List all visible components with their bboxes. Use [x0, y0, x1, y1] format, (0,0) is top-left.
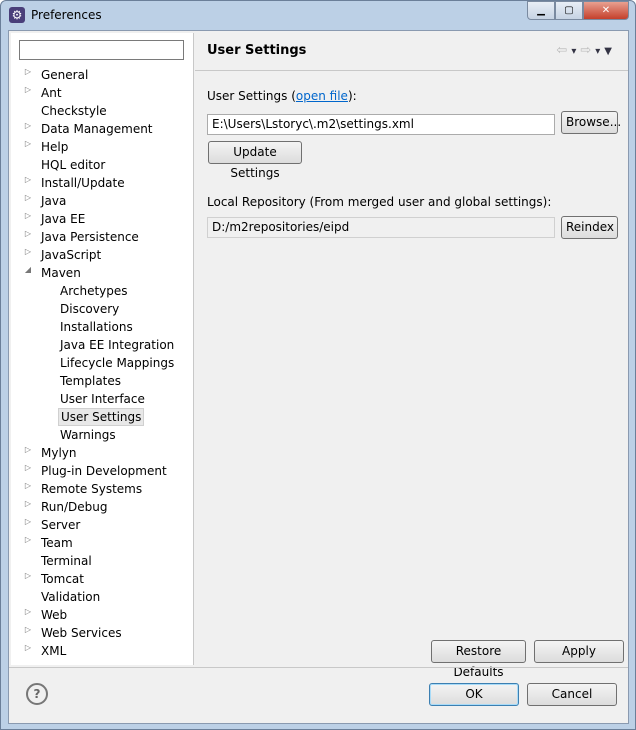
tree-item[interactable]: Java EE	[39, 210, 87, 228]
tree-item[interactable]: Remote Systems	[39, 480, 144, 498]
tree-item[interactable]: Run/Debug	[39, 498, 110, 516]
user-settings-field[interactable]: E:\Users\Lstoryc\.m2\settings.xml	[207, 114, 555, 135]
tree-item[interactable]: User Settings	[58, 408, 145, 426]
local-repository-label: Local Repository (From merged user and g…	[207, 195, 552, 209]
expand-arrow-icon[interactable]: ▷	[23, 211, 33, 220]
tree-item[interactable]: Ant	[39, 84, 64, 102]
tree-item[interactable]: Java EE Integration	[58, 336, 176, 354]
cancel-button[interactable]: Cancel	[527, 683, 617, 706]
user-settings-label: User Settings (open file):	[207, 89, 357, 103]
preference-tree-panel: ▷ General ▷ Ant Checkstyle ▷ Data Management ▷ H…	[11, 33, 194, 665]
page-title: User Settings	[207, 43, 307, 58]
tree-item[interactable]: Warnings	[58, 426, 118, 444]
tree-item[interactable]: Web	[39, 606, 69, 624]
tree-item[interactable]: Install/Update	[39, 174, 127, 192]
expand-arrow-icon[interactable]: ▷	[23, 607, 33, 616]
minimize-button[interactable]: ▁	[527, 1, 555, 20]
expand-arrow-icon[interactable]: ▷	[23, 67, 33, 76]
expand-arrow-icon[interactable]: ▷	[23, 121, 33, 130]
tree-item[interactable]: Team	[39, 534, 75, 552]
expand-arrow-icon[interactable]: ▷	[23, 571, 33, 580]
tree-item[interactable]: Server	[39, 516, 82, 534]
close-button[interactable]: ✕	[583, 1, 629, 20]
tree-item[interactable]: General	[39, 66, 90, 84]
expand-arrow-icon[interactable]: ▷	[23, 463, 33, 472]
dialog-body: ▷ General ▷ Ant Checkstyle ▷ Data Management ▷ H…	[8, 30, 629, 724]
back-arrow-icon[interactable]: ⇦	[556, 43, 571, 58]
forward-arrow-icon[interactable]: ⇨	[580, 43, 595, 58]
tree-item[interactable]: Tomcat	[39, 570, 86, 588]
eclipse-gear-icon: ⚙	[9, 7, 25, 23]
expand-arrow-icon[interactable]: ▷	[23, 535, 33, 544]
expand-arrow-icon[interactable]: ▷	[23, 625, 33, 634]
maximize-button[interactable]: ▢	[555, 1, 583, 20]
tree-item[interactable]: User Interface	[58, 390, 147, 408]
expand-arrow-icon[interactable]: ▷	[23, 85, 33, 94]
window-title: Preferences	[31, 8, 102, 22]
tree-item[interactable]: Java	[39, 192, 68, 210]
expand-arrow-icon[interactable]: ▷	[23, 139, 33, 148]
tree-item[interactable]: Archetypes	[58, 282, 130, 300]
tree-item[interactable]: Terminal	[39, 552, 94, 570]
filter-input[interactable]	[19, 40, 184, 60]
tree-item[interactable]: Java Persistence	[39, 228, 141, 246]
ok-button[interactable]: OK	[429, 683, 519, 706]
expand-arrow-icon[interactable]: ▷	[23, 481, 33, 490]
label-text: User Settings (	[207, 89, 296, 103]
tree-item[interactable]: XML	[39, 642, 68, 660]
expand-arrow-icon[interactable]: ▷	[23, 445, 33, 454]
footer-divider	[9, 667, 628, 668]
browse-button[interactable]: Browse...	[561, 111, 621, 134]
title-bar: ⚙ Preferences ▁ ▢ ✕	[1, 1, 635, 30]
collapse-arrow-icon[interactable]: ◢	[23, 265, 33, 274]
tree-item[interactable]: Plug-in Development	[39, 462, 169, 480]
expand-arrow-icon[interactable]: ▷	[23, 175, 33, 184]
expand-arrow-icon[interactable]: ▷	[23, 229, 33, 238]
open-file-link[interactable]: open file	[296, 89, 348, 103]
label-text: ):	[347, 89, 357, 103]
tree-item[interactable]: JavaScript	[39, 246, 103, 264]
expand-arrow-icon[interactable]: ▷	[23, 247, 33, 256]
tree-item[interactable]: HQL editor	[39, 156, 107, 174]
local-repository-field: D:/m2repositories/eipd	[207, 217, 555, 238]
help-icon[interactable]: ?	[26, 683, 48, 705]
tree-item[interactable]: Templates	[58, 372, 123, 390]
tree-item[interactable]: Lifecycle Mappings	[58, 354, 176, 372]
view-menu-icon[interactable]: ▼	[604, 46, 616, 57]
tree-item[interactable]: Maven	[39, 264, 83, 282]
expand-arrow-icon[interactable]: ▷	[23, 193, 33, 202]
reindex-button[interactable]: Reindex	[561, 216, 618, 239]
tree-item[interactable]: Checkstyle	[39, 102, 109, 120]
divider	[195, 70, 628, 71]
tree-item[interactable]: Help	[39, 138, 70, 156]
restore-defaults-button[interactable]: Restore Defaults	[431, 640, 526, 679]
forward-dropdown-icon[interactable]: ▾	[595, 46, 604, 57]
preference-page: User Settings ⇦▾⇨▾▼ User Settings (open …	[195, 33, 628, 679]
tree-item[interactable]: Mylyn	[39, 444, 79, 462]
tree-item[interactable]: Data Management	[39, 120, 155, 138]
expand-arrow-icon[interactable]: ▷	[23, 499, 33, 508]
page-navigation: ⇦▾⇨▾▼	[556, 43, 616, 58]
update-settings-button[interactable]: Update Settings	[208, 141, 302, 180]
tree-item[interactable]: Discovery	[58, 300, 121, 318]
apply-button[interactable]: Apply	[534, 640, 624, 663]
back-dropdown-icon[interactable]: ▾	[571, 46, 580, 57]
tree-item[interactable]: Web Services	[39, 624, 124, 642]
preferences-window: ⚙ Preferences ▁ ▢ ✕ ▷ General ▷ Ant Checksty…	[0, 0, 636, 730]
expand-arrow-icon[interactable]: ▷	[23, 517, 33, 526]
tree-item[interactable]: Installations	[58, 318, 135, 336]
tree-item[interactable]: Validation	[39, 588, 102, 606]
expand-arrow-icon[interactable]: ▷	[23, 643, 33, 652]
